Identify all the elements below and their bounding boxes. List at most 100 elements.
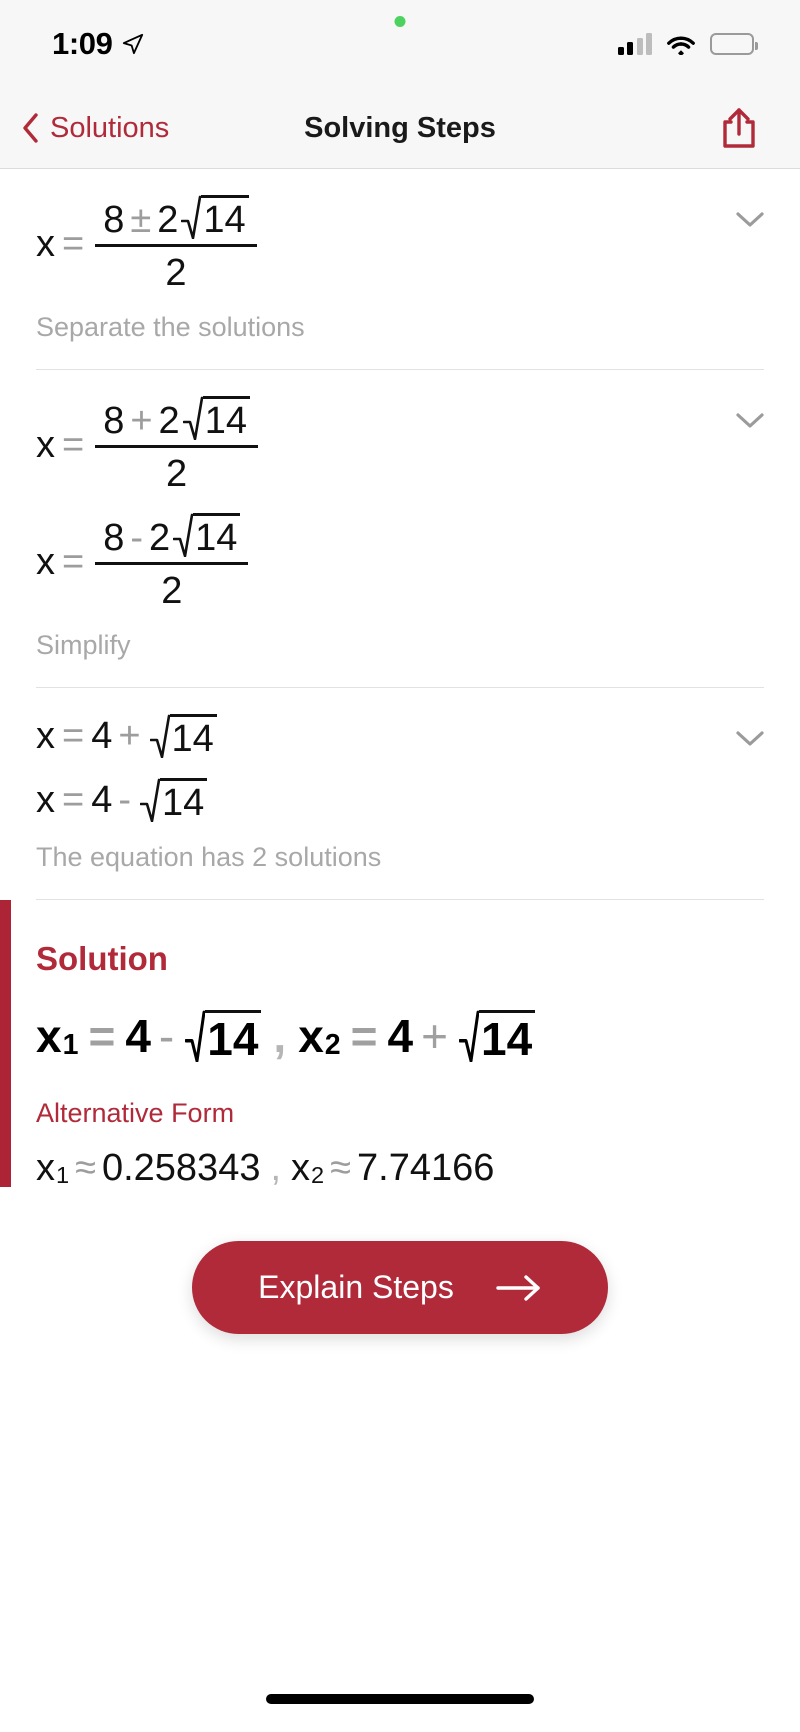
fraction-numerator: 8 - 2 14 (95, 513, 248, 562)
radical-sign-icon (181, 195, 202, 239)
math-lhs: x (36, 715, 55, 757)
step-expression: x = 8 + 2 14 2 x = 8 - 2 14 2 (36, 370, 764, 620)
green-status-dot (394, 16, 406, 27)
alt-x2-approx: ≈ (330, 1147, 351, 1189)
fraction-denominator: 2 (165, 252, 187, 294)
math-lhs: x (36, 779, 55, 821)
radical-sign-icon (140, 778, 160, 822)
status-bar-right (617, 33, 758, 55)
alt-separator: , (270, 1147, 282, 1189)
x2-operator: + (421, 1010, 448, 1062)
chevron-down-icon[interactable] (730, 408, 770, 432)
cellular-signal-icon (617, 33, 652, 55)
numerator-coefficient: 2 (158, 400, 180, 442)
alt-x1-subscript: 1 (56, 1161, 70, 1188)
math-equals: = (62, 540, 85, 583)
x1-operator: - (158, 1010, 175, 1062)
alt-x1-label: x (36, 1147, 55, 1189)
alt-x1-approx: ≈ (75, 1147, 96, 1189)
x1-subscript: 1 (62, 1028, 79, 1061)
radicand: 14 (205, 1010, 262, 1062)
solution-heading: Solution (36, 940, 168, 977)
fraction-denominator: 2 (161, 570, 183, 612)
chevron-down-icon[interactable] (730, 207, 770, 231)
math-line: x = 8 - 2 14 2 (36, 513, 764, 610)
math-equals: = (62, 222, 85, 265)
explain-steps-button[interactable]: Explain Steps (192, 1241, 608, 1334)
math-equals: = (62, 779, 85, 821)
alt-x2-value: 7.74166 (357, 1147, 495, 1189)
share-icon (723, 108, 755, 148)
status-time: 1:09 (52, 26, 113, 61)
x1-equals: = (88, 1010, 116, 1062)
solution-expression: x1 = 4 - 14 , x2 = 4 + 14 (36, 1010, 764, 1062)
x2-subscript: 2 (324, 1028, 341, 1061)
step-caption: Simplify (36, 630, 131, 660)
step-item[interactable]: x = 4 + 14 x = 4 - 14 The equation has 2… (0, 688, 800, 899)
numerator-coefficient: 2 (157, 199, 179, 241)
square-root: 14 (181, 195, 249, 239)
arrow-right-icon (496, 1274, 540, 1301)
math-term: 4 (91, 715, 113, 757)
math-equals: = (62, 423, 85, 466)
share-button[interactable] (718, 105, 760, 151)
step-caption: Separate the solutions (36, 312, 305, 342)
chevron-down-icon[interactable] (730, 726, 770, 750)
math-lhs: x (36, 222, 55, 265)
alt-x2-subscript: 2 (311, 1161, 325, 1188)
radicand: 14 (160, 778, 208, 822)
solution-separator: , (273, 1010, 287, 1062)
page-title: Solving Steps (304, 111, 496, 144)
wifi-icon (667, 36, 695, 55)
alternative-form-heading: Alternative Form (36, 1098, 235, 1128)
explain-steps-label: Explain Steps (258, 1269, 454, 1305)
math-line: x = 4 + 14 (36, 714, 764, 758)
square-root: 14 (173, 513, 241, 557)
navigation-bar: Solutions Solving Steps (0, 88, 800, 169)
numerator-coefficient: 2 (149, 517, 171, 559)
step-expression: x = 4 + 14 x = 4 - 14 (36, 688, 764, 832)
radicand: 14 (193, 513, 241, 557)
alternative-form-expression: x1 ≈ 0.258343 , x2 ≈ 7.74166 (36, 1149, 764, 1187)
alt-x1-value: 0.258343 (101, 1147, 261, 1189)
math-operator: + (118, 715, 141, 757)
back-button[interactable]: Solutions (0, 112, 169, 145)
solution-accent-bar (0, 900, 11, 1187)
math-equals: = (62, 715, 85, 757)
step-expression: x = 8 ± 2 14 2 (36, 169, 764, 302)
fraction-numerator: 8 + 2 14 (95, 396, 258, 445)
step-item[interactable]: x = 8 + 2 14 2 x = 8 - 2 14 2 Simplify (0, 370, 800, 687)
fraction: 8 - 2 14 2 (95, 513, 249, 612)
status-bar-left: 1:09 (52, 26, 144, 62)
math-line: x = 8 ± 2 14 2 (36, 195, 764, 292)
radical-sign-icon (182, 396, 203, 440)
numerator-term-a: 8 (103, 199, 125, 241)
square-root: 14 (149, 714, 217, 758)
location-arrow-icon (123, 33, 144, 55)
back-button-label: Solutions (50, 111, 170, 144)
x1-label: x (36, 1010, 62, 1062)
step-item[interactable]: x = 8 ± 2 14 2 Separate the solutions (0, 169, 800, 369)
solution-card: Solution x1 = 4 - 14 , x2 = 4 + 14 Alter… (0, 900, 800, 1187)
math-operator: - (118, 779, 131, 821)
x1-term: 4 (125, 1010, 151, 1062)
math-term: 4 (91, 779, 113, 821)
alt-x2-label: x (291, 1147, 311, 1189)
numerator-operator: - (130, 517, 143, 559)
fraction: 8 ± 2 14 2 (95, 195, 257, 294)
x2-term: 4 (387, 1010, 414, 1062)
radicand: 14 (202, 396, 250, 440)
fraction-numerator: 8 ± 2 14 (95, 195, 256, 244)
app-screen: 1:09 Solutions Solving Steps x = 8 ± 2 1… (0, 0, 800, 1732)
numerator-term-a: 8 (103, 517, 125, 559)
step-caption: The equation has 2 solutions (36, 842, 382, 872)
math-lhs: x (36, 423, 55, 466)
radical-sign-icon (459, 1010, 479, 1062)
radical-sign-icon (185, 1010, 206, 1062)
x2-equals: = (350, 1010, 378, 1062)
radicand: 14 (169, 714, 217, 758)
battery-icon (710, 33, 758, 55)
cta-container: Explain Steps (0, 1187, 800, 1334)
radical-sign-icon (173, 513, 194, 557)
